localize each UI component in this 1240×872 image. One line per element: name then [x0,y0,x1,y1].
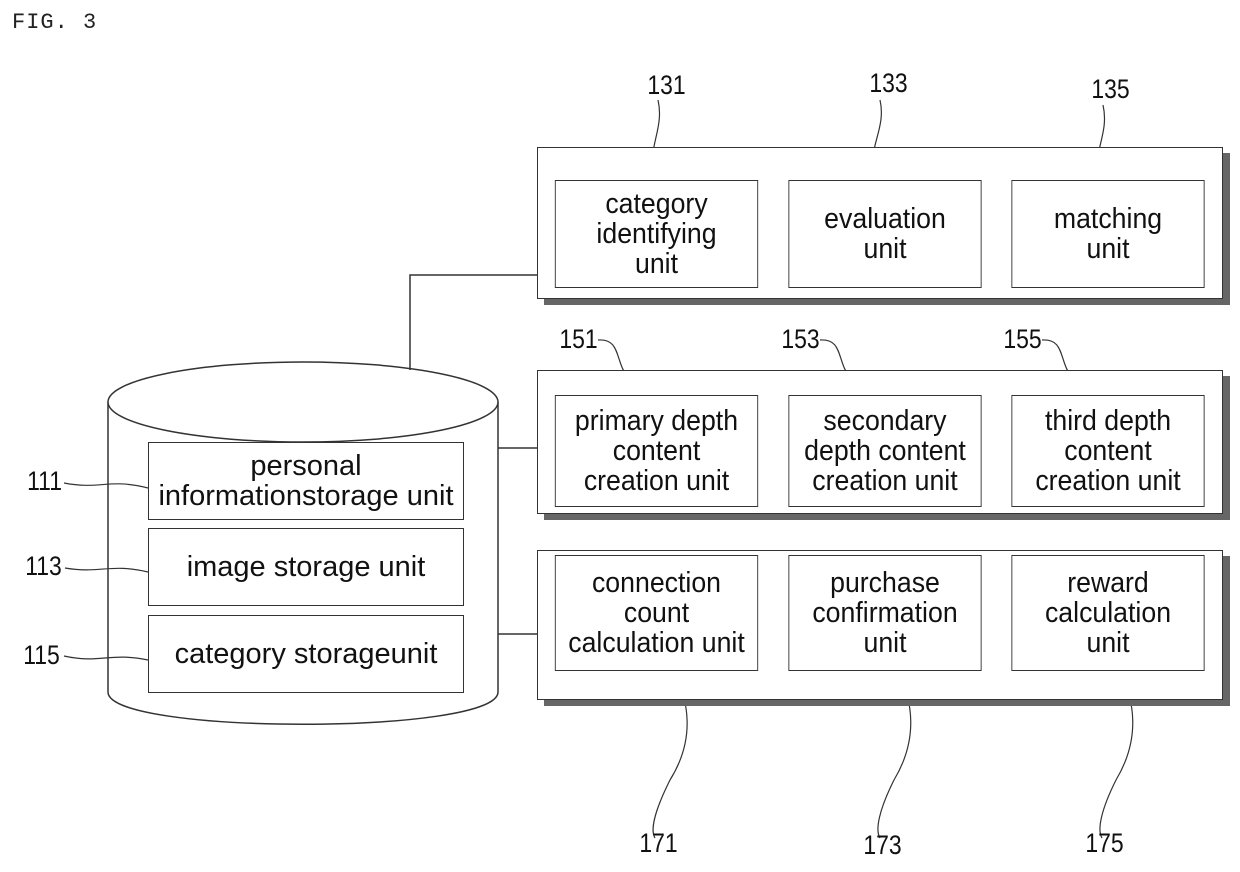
unit-label-line: storage unit [301,480,454,512]
evaluation-unit: evaluation unit [788,180,982,288]
personal-information-storage-unit: personal informationstorage unit [148,442,464,520]
unit-label-line: depth content [804,435,966,467]
ref-155: 155 [1003,324,1042,354]
ref-151: 151 [559,324,598,354]
unit-label-line: evaluation [824,203,946,235]
ref-153: 153 [781,324,820,354]
image-storage-unit: image storage unit [148,528,464,606]
unit-label-line: content [612,435,701,467]
category-identifying-unit: category identifying unit [554,180,759,288]
third-depth-content-creation-unit: third depth content creation unit [1011,395,1205,507]
connection-count-calculation-unit: connection count calculation unit [554,555,759,671]
unit-label-line: connection [591,567,722,599]
unit-label-line: matching [1053,203,1163,235]
unit-label-line: count [623,597,690,629]
purchase-confirmation-unit: purchase confirmation unit [788,555,982,671]
unit-label-line: image storage unit [186,551,426,583]
unit-label-line: unit [390,638,438,670]
unit-label-line: content [1064,435,1152,467]
primary-depth-content-creation-unit: primary depth content creation unit [554,395,759,507]
unit-label-line: category storage [174,638,391,670]
unit-label-line: unit [634,248,679,280]
ref-171: 171 [639,828,678,858]
ref-131: 131 [647,70,686,100]
matching-unit: matching unit [1011,180,1205,288]
unit-label-line: unit [863,627,907,659]
unit-label-line: identifying [596,218,717,250]
ref-115: 115 [23,640,60,670]
ref-173: 173 [863,830,902,860]
unit-label-line: calculation [1044,597,1172,629]
unit-label-line: category [605,188,708,220]
unit-label-line: unit [1086,233,1130,265]
ref-135: 135 [1091,74,1130,104]
unit-label-line: reward [1067,567,1149,599]
unit-label-line: primary depth [574,405,739,437]
unit-label-line: creation unit [812,465,958,497]
ref-111: 111 [27,466,62,496]
secondary-depth-content-creation-unit: secondary depth content creation unit [788,395,982,507]
ref-175: 175 [1085,828,1124,858]
unit-label-line: purchase [830,567,940,599]
unit-label-line: creation unit [583,465,730,497]
unit-label-line: secondary [823,405,947,437]
unit-label-line: calculation unit [568,627,745,659]
unit-label-line: third depth [1044,405,1172,437]
unit-label-line: confirmation [812,597,958,629]
unit-label-line: creation unit [1035,465,1181,497]
category-storage-unit: category storageunit [148,615,464,693]
ref-133: 133 [869,68,908,98]
connector-db-panel1 [409,274,537,370]
reward-calculation-unit: reward calculation unit [1011,555,1205,671]
unit-label-line: unit [863,233,907,265]
unit-label-line: unit [1086,627,1130,659]
ref-113: 113 [25,551,62,581]
